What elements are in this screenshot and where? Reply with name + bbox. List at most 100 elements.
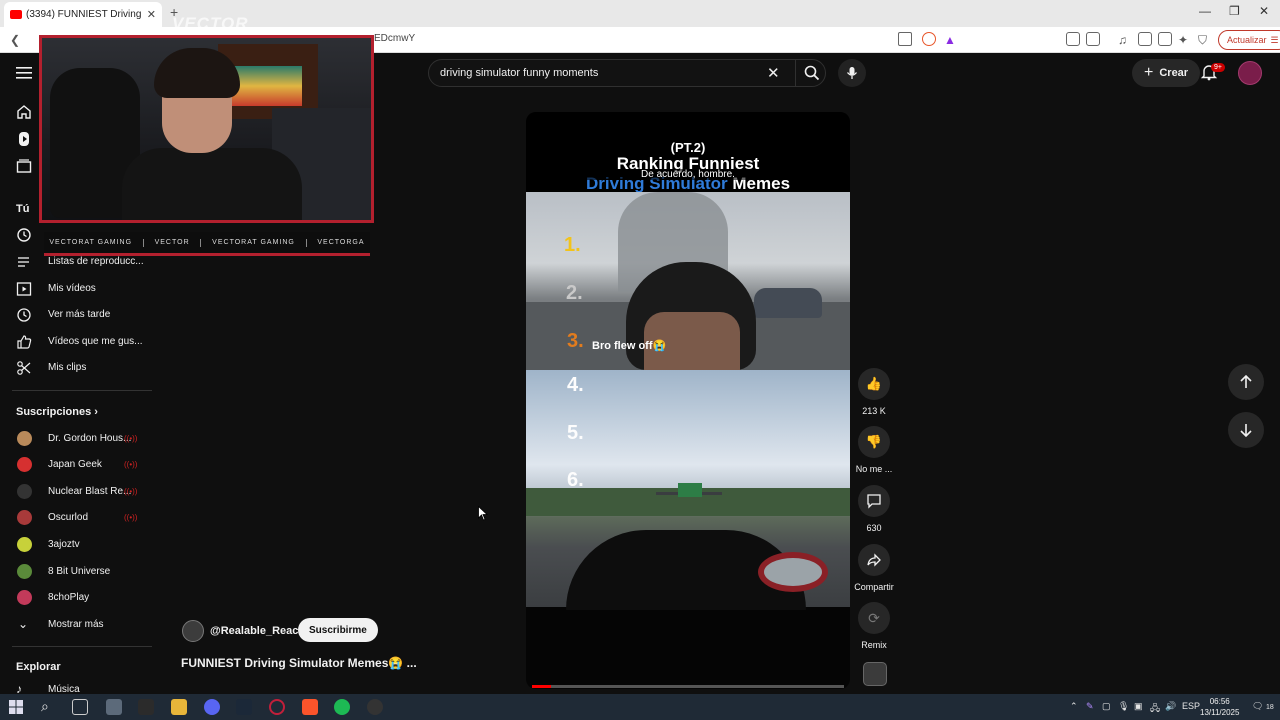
comments-button[interactable]: 630 [852, 485, 896, 533]
close-window-icon[interactable]: ✕ [1259, 4, 1269, 18]
show-more-button[interactable]: ⌄ Mostrar más [0, 612, 155, 638]
volume-icon[interactable]: 🔊 [1165, 701, 1176, 712]
sidebar-item-label: 3ajoztv [48, 539, 80, 550]
maximize-icon[interactable]: ❐ [1229, 4, 1240, 18]
live-icon: ((•)) [124, 487, 138, 496]
clear-search-icon[interactable]: ✕ [767, 64, 780, 82]
divider [305, 238, 307, 247]
youtube-social: VECTORAT GAMING [49, 239, 133, 246]
extension-icon[interactable] [1066, 32, 1080, 46]
sidebar-item-label: Dr. Gordon Hous... [48, 433, 132, 444]
sidebar-item-sub[interactable]: 8choPlay [0, 585, 155, 611]
app-icon[interactable] [138, 699, 154, 715]
subscribe-button[interactable]: Suscribirme [298, 618, 378, 642]
leo-icon[interactable]: ✦ [1178, 33, 1188, 47]
shorts-player[interactable]: (PT.2) Ranking Funniest Driving Simulato… [526, 112, 850, 689]
arrow-up-icon [1240, 375, 1252, 388]
create-button[interactable]: + Crear [1132, 59, 1201, 87]
opera-icon[interactable] [269, 699, 285, 715]
discord-icon[interactable] [204, 699, 220, 715]
channel-avatar [17, 510, 32, 525]
previous-short-button[interactable] [1228, 364, 1264, 400]
clock[interactable]: 06:56 13/11/2025 [1200, 696, 1239, 718]
sidebar-item-my-videos[interactable]: Mis vídeos [0, 276, 155, 302]
share-button[interactable]: Compartir [852, 544, 896, 592]
explore-heading: Explorar [16, 661, 61, 673]
streamer-body [122, 148, 302, 220]
tray-expand-icon[interactable]: ⌃ [1070, 701, 1078, 712]
cast-icon[interactable] [898, 32, 912, 46]
shorts-icon[interactable] [16, 131, 32, 147]
subscriptions-heading[interactable]: Suscripciones › [16, 406, 98, 418]
channel-avatar[interactable] [182, 620, 204, 642]
tray-app-icon[interactable]: ▢ [1102, 701, 1111, 712]
tray-mic-icon[interactable]: 🎙 [1118, 701, 1129, 712]
like-button[interactable]: 👍 213 K [852, 368, 896, 416]
dislike-button[interactable]: 👎 No me ... [852, 426, 896, 474]
sidebar-item-sub[interactable]: Dr. Gordon Hous... ((•)) [0, 426, 155, 452]
search-box[interactable]: driving simulator funny moments ✕ [428, 59, 826, 87]
wallet-icon[interactable] [1158, 32, 1172, 46]
clips-icon [17, 361, 31, 375]
sidebar-item-label: Japan Geek [48, 459, 102, 470]
voice-search-button[interactable] [838, 59, 866, 87]
channel-avatar [17, 431, 32, 446]
notification-center-icon[interactable]: 🗨 18 [1252, 701, 1274, 712]
file-explorer-icon[interactable] [171, 699, 187, 715]
music-ext-icon[interactable]: ♫ [1118, 33, 1127, 47]
url-text[interactable]: EDcmwY [374, 33, 415, 44]
sidebar-item-sub[interactable]: Japan Geek ((•)) [0, 452, 155, 478]
channel-name[interactable]: @Realable_React [210, 625, 302, 637]
task-view-icon[interactable] [72, 699, 88, 715]
hamburger-menu-icon[interactable] [16, 66, 32, 80]
chevron-right-icon: › [94, 406, 98, 418]
next-short-button[interactable] [1228, 412, 1264, 448]
history-icon[interactable] [16, 227, 32, 243]
sidebar-item-sub[interactable]: 3ajoztv [0, 532, 155, 558]
video-title[interactable]: FUNNIEST Driving Simulator Memes😭 ... [181, 656, 417, 670]
progress-bar[interactable] [532, 685, 844, 688]
minimize-icon[interactable]: — [1199, 4, 1211, 18]
sidebar-item-sub[interactable]: 8 Bit Universe [0, 559, 155, 585]
start-icon[interactable] [9, 700, 23, 714]
my-videos-icon [16, 282, 32, 296]
account-avatar[interactable] [1238, 61, 1262, 85]
tray-pen-icon[interactable]: ✎ [1086, 701, 1094, 712]
progress-fill [532, 685, 551, 688]
sidebar-item-watch-later[interactable]: Ver más tarde [0, 302, 155, 328]
spotify-icon[interactable] [334, 699, 350, 715]
rank-number: 6. [567, 469, 584, 491]
sidebar-item-clips[interactable]: Mis clips [0, 355, 155, 381]
sidebar-icon[interactable] [1138, 32, 1152, 46]
tab-title: (3394) FUNNIEST Driving Simulator Memes [26, 9, 143, 20]
thumb-up-icon: 👍 [865, 376, 883, 391]
search-input[interactable]: driving simulator funny moments [440, 67, 598, 79]
reader-icon[interactable] [1086, 32, 1100, 46]
back-icon[interactable]: ❮ [10, 33, 20, 47]
sidebar-item-liked[interactable]: Vídeos que me gus... [0, 329, 155, 355]
search-button[interactable] [795, 60, 827, 86]
sound-thumbnail[interactable] [863, 662, 887, 686]
rewards-icon[interactable]: ▲ [944, 33, 956, 47]
steam-icon[interactable] [236, 699, 252, 715]
rank-3-text: Bro flew off😭 [592, 340, 667, 352]
brave-icon[interactable] [302, 699, 318, 715]
tray-app-icon[interactable]: ▣ [1134, 701, 1143, 712]
vpn-icon[interactable]: ⛉ [1198, 33, 1207, 48]
language-indicator[interactable]: ESP [1182, 701, 1200, 711]
update-button[interactable]: Actualizar ☰ [1218, 30, 1280, 50]
browser-tab[interactable]: (3394) FUNNIEST Driving Simulator Memes … [4, 2, 162, 27]
obs-icon[interactable] [367, 699, 383, 715]
sidebar-item-sub[interactable]: Oscurlod ((•)) [0, 505, 155, 531]
subscriptions-icon[interactable] [16, 158, 32, 174]
app-icon[interactable] [106, 699, 122, 715]
sidebar-item-sub[interactable]: Nuclear Blast Re... ((•)) [0, 479, 155, 505]
close-tab-icon[interactable]: ✕ [147, 8, 156, 21]
search-taskbar-icon[interactable]: ⌕ [41, 698, 49, 715]
home-icon[interactable] [16, 104, 32, 120]
brave-shield-icon[interactable] [922, 32, 936, 46]
remix-icon: ⟳ [868, 609, 880, 626]
you-section-label[interactable]: Tú [16, 203, 29, 215]
network-icon[interactable]: 🖧 [1150, 701, 1160, 717]
remix-button[interactable]: ⟳ Remix [852, 602, 896, 650]
